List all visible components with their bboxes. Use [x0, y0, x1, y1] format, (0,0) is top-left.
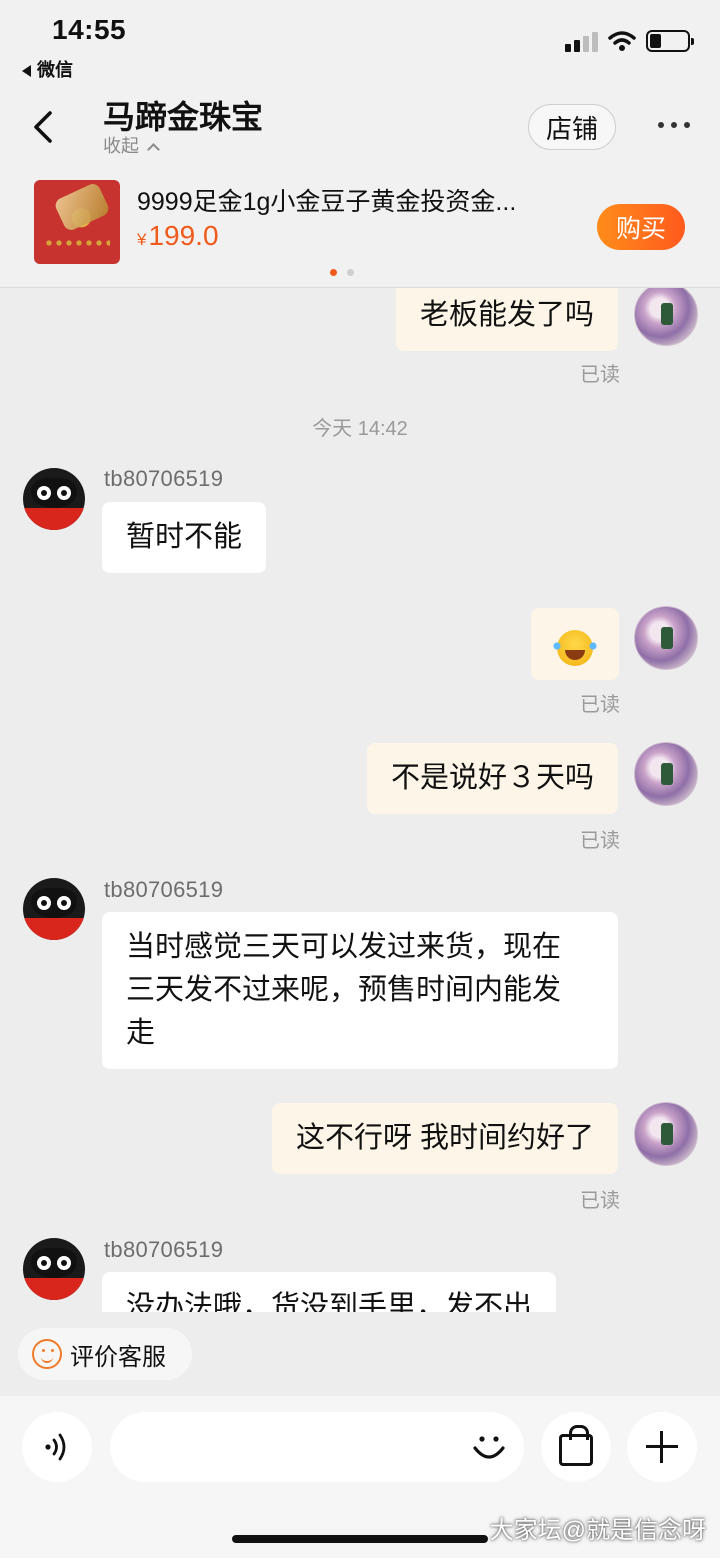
chat-history[interactable]: 老板能发了吗 已读 今天 14:42 tb80706519 暂时不能 已读 不是…	[0, 288, 720, 1312]
message-line: 走	[126, 1017, 156, 1049]
status-bar: 14:55 微信	[0, 0, 720, 86]
chat-header: 马蹄金珠宝 收起 店铺	[0, 86, 720, 168]
shop-message-bubble[interactable]: 没办法哦，货没到手里，发不出	[102, 1272, 557, 1312]
emoji-icon[interactable]	[470, 1428, 508, 1466]
read-status: 已读	[580, 694, 620, 716]
back-to-app-link[interactable]: 微信	[22, 56, 73, 82]
time-separator: 今天 14:42	[312, 418, 408, 440]
rate-service-button[interactable]: 评价客服	[18, 1328, 192, 1380]
collapse-label: 收起	[103, 136, 139, 156]
currency-symbol: ¥	[137, 230, 147, 249]
home-indicator[interactable]	[232, 1535, 488, 1543]
shop-avatar[interactable]	[23, 1238, 85, 1300]
cellular-signal-icon	[565, 30, 598, 52]
message-input[interactable]	[110, 1412, 524, 1482]
battery-level	[650, 34, 661, 48]
plus-icon	[646, 1431, 678, 1463]
self-message-bubble[interactable]: 不是说好３天吗	[366, 743, 618, 814]
back-triangle-icon	[22, 65, 31, 78]
shop-avatar[interactable]	[23, 468, 85, 530]
watermark: 大家坛@就是信念呀	[489, 1517, 706, 1544]
shopping-bag-button[interactable]	[541, 1412, 611, 1482]
self-message-bubble[interactable]: 老板能发了吗	[395, 288, 618, 351]
laughing-emoji-icon	[553, 630, 597, 667]
back-arrow-icon[interactable]	[30, 110, 60, 144]
self-avatar[interactable]	[634, 288, 698, 346]
rate-service-label: 评价客服	[70, 1343, 166, 1371]
store-button[interactable]: 店铺	[528, 104, 616, 150]
self-avatar[interactable]	[634, 1102, 698, 1166]
sender-name: tb80706519	[104, 877, 224, 902]
self-message-bubble[interactable]: 这不行呀 我时间约好了	[271, 1103, 618, 1174]
carousel-dot-active	[330, 269, 337, 276]
smile-icon	[32, 1339, 62, 1369]
shop-message-bubble[interactable]: 当时感觉三天可以发过来货，现在 三天发不过来呢，预售时间内能发 走	[102, 912, 618, 1069]
shop-avatar[interactable]	[23, 878, 85, 940]
message-line: 当时感觉三天可以发过来货，现在	[126, 931, 562, 963]
status-time: 14:55	[52, 14, 127, 45]
back-app-label: 微信	[37, 60, 73, 80]
product-image[interactable]	[34, 180, 120, 264]
product-price: ¥199.0	[137, 220, 219, 252]
buy-button[interactable]: 购买	[597, 204, 685, 250]
price-value: 199.0	[148, 220, 219, 251]
self-message-bubble[interactable]	[531, 608, 619, 680]
carousel-dots	[330, 269, 354, 276]
sender-name: tb80706519	[104, 466, 224, 491]
voice-icon	[45, 1433, 66, 1461]
battery-icon	[646, 30, 694, 52]
more-actions-button[interactable]	[627, 1412, 697, 1482]
wifi-icon	[608, 31, 636, 51]
product-card[interactable]: 9999足金1g小金豆子黄金投资金... ¥199.0 购买	[0, 168, 720, 288]
more-options-icon[interactable]	[658, 122, 690, 128]
message-line: 三天发不过来呢，预售时间内能发	[126, 974, 562, 1006]
carousel-dot	[347, 269, 354, 276]
voice-input-button[interactable]	[22, 1412, 92, 1482]
read-status: 已读	[580, 364, 620, 386]
read-status: 已读	[580, 830, 620, 852]
status-icons	[565, 30, 694, 52]
collapse-toggle[interactable]: 收起	[103, 132, 160, 158]
shopping-bag-icon	[559, 1425, 593, 1466]
product-title[interactable]: 9999足金1g小金豆子黄金投资金...	[137, 182, 567, 218]
self-avatar[interactable]	[634, 606, 698, 670]
shop-message-bubble[interactable]: 暂时不能	[102, 502, 267, 573]
input-bar: 大家坛@就是信念呀	[0, 1396, 720, 1558]
read-status: 已读	[580, 1190, 620, 1212]
self-avatar[interactable]	[634, 742, 698, 806]
chevron-up-icon	[147, 143, 160, 156]
sender-name: tb80706519	[104, 1237, 224, 1262]
